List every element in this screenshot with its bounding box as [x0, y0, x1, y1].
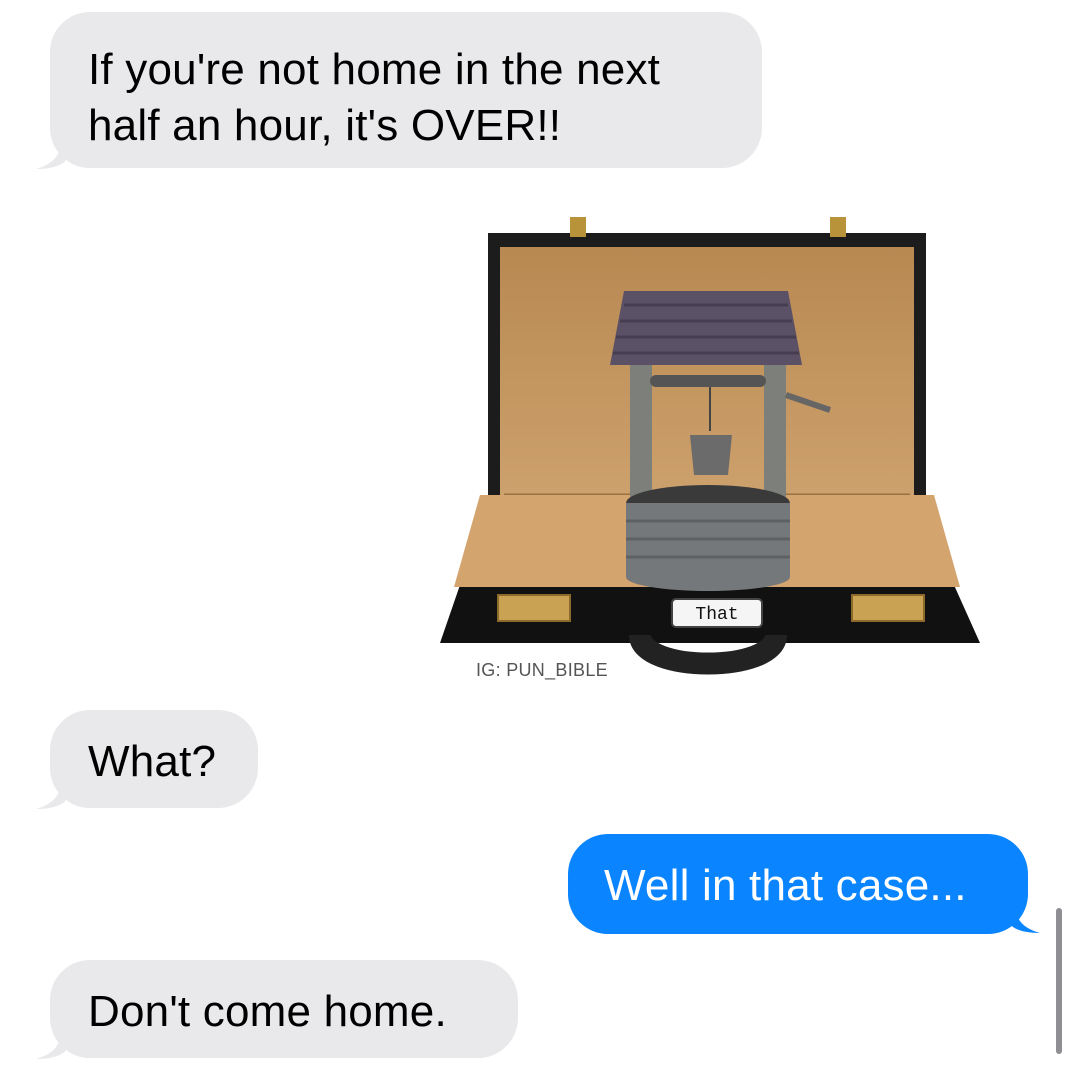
scrollbar[interactable] [1056, 908, 1062, 1054]
message-text: If you're not home in the next half an h… [88, 45, 661, 150]
image-caption: IG: PUN_BIBLE [476, 660, 608, 680]
lock-icon [497, 594, 571, 622]
message-text: What? [88, 737, 217, 786]
hinge-icon [830, 217, 846, 237]
hinge-icon [570, 217, 586, 237]
lock-icon [851, 594, 925, 622]
message-text: Well in that case... [604, 861, 967, 910]
incoming-message-bubble[interactable]: Don't come home. [50, 960, 518, 1058]
message-text: Don't come home. [88, 987, 447, 1036]
tag-label: That [695, 605, 738, 625]
incoming-message-bubble[interactable]: If you're not home in the next half an h… [50, 12, 762, 168]
image-attachment[interactable]: That [440, 195, 980, 685]
message-thread: If you're not home in the next half an h… [0, 0, 1080, 1080]
incoming-message-bubble[interactable]: What? [50, 710, 258, 808]
outgoing-message-bubble[interactable]: Well in that case... [568, 834, 1028, 934]
